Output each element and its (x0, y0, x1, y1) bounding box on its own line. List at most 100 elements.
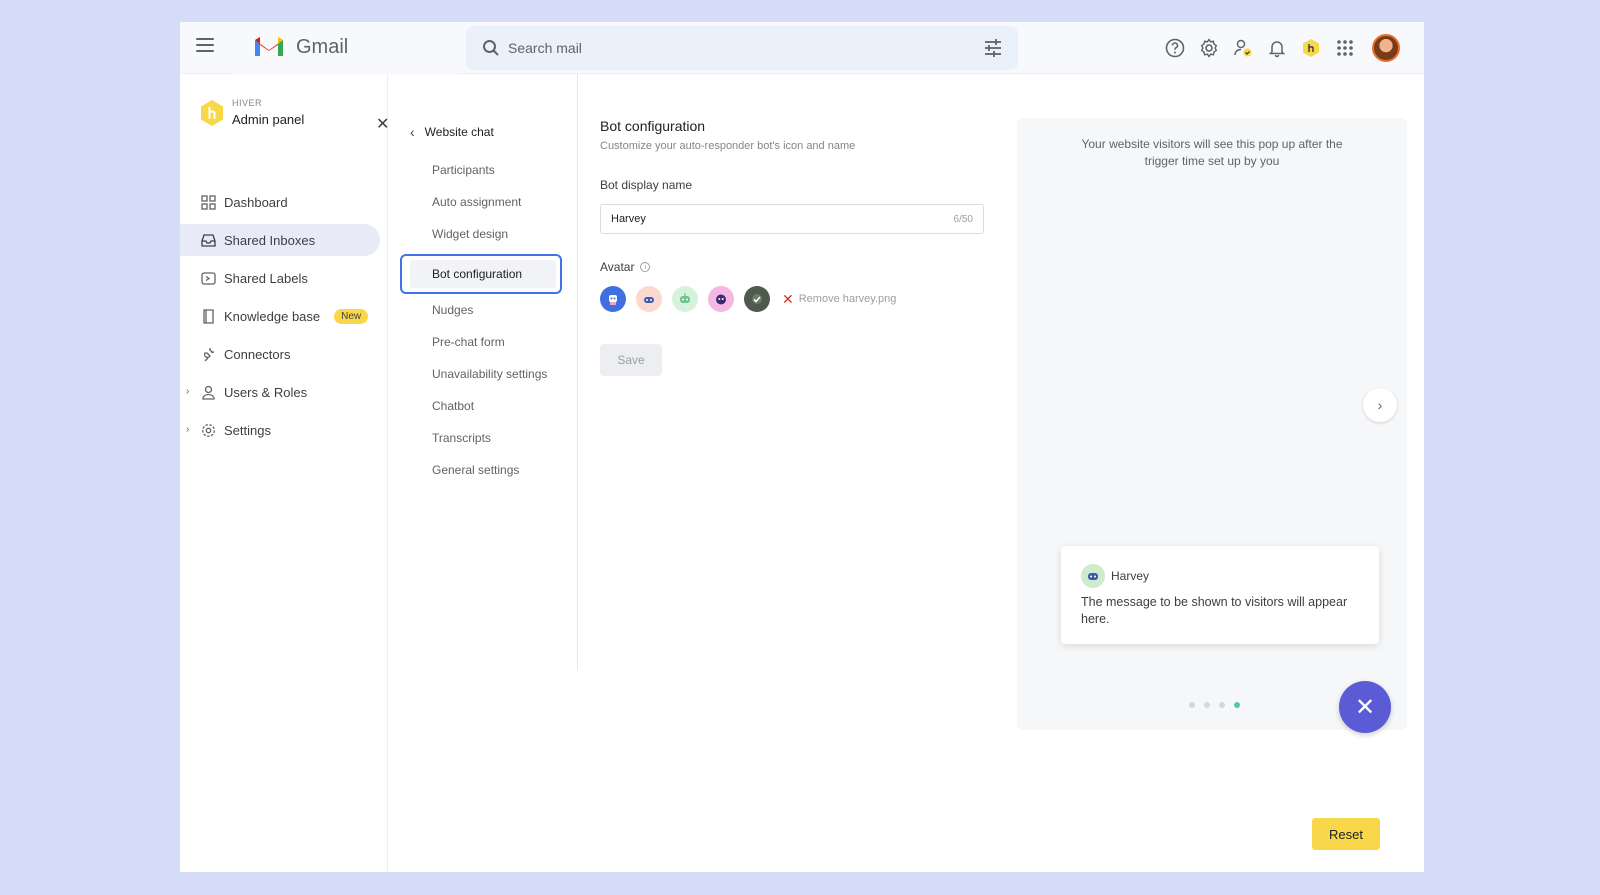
website-chat-subnav: ‹ Website chat Participants Auto assignm… (388, 74, 578, 670)
char-count: 6/50 (953, 214, 973, 225)
sidebar-item-settings[interactable]: › Settings (180, 414, 388, 446)
account-avatar[interactable] (1372, 34, 1400, 62)
subnav-item-label: Chatbot (432, 399, 475, 413)
subnav-item-nudges[interactable]: Nudges (388, 294, 578, 326)
back-link[interactable]: ‹ Website chat (410, 124, 494, 140)
plug-icon (200, 346, 216, 362)
sidebar-item-dashboard[interactable]: Dashboard (180, 186, 388, 218)
subnav-item-label: Transcripts (432, 431, 491, 445)
sidebar-item-label: Users & Roles (224, 384, 308, 400)
chevron-left-icon[interactable]: ‹ (410, 124, 415, 140)
subnav-item-chatbot[interactable]: Chatbot (388, 390, 578, 422)
new-badge: New (334, 308, 369, 324)
subnav-item-auto-assignment[interactable]: Auto assignment (388, 186, 578, 218)
sidebar-item-shared-labels[interactable]: Shared Labels (180, 262, 388, 294)
subnav-item-participants[interactable]: Participants (388, 154, 578, 186)
input-value[interactable]: Harvey (611, 213, 646, 225)
carousel-dot[interactable] (1219, 702, 1225, 708)
subnav-item-label: Bot configuration (432, 267, 523, 281)
reset-button[interactable]: Reset (1312, 818, 1380, 850)
apps-grid-icon[interactable] (1334, 37, 1356, 59)
sidebar-item-shared-inboxes[interactable]: Shared Inboxes (180, 224, 380, 256)
subnav-title: Website chat (424, 125, 494, 139)
bell-icon[interactable] (1266, 37, 1288, 59)
chat-preview-panel: Your website visitors will see this pop … (1017, 118, 1407, 730)
top-icons (1164, 34, 1400, 62)
chevron-right-icon[interactable]: › (1363, 388, 1397, 422)
bot-display-name-input[interactable]: Harvey 6/50 (600, 204, 984, 234)
remove-avatar-button[interactable]: ✕ Remove harvey.png (782, 291, 896, 308)
sidebar-item-label: Knowledge base (224, 308, 321, 324)
preview-info-text: Your website visitors will see this pop … (1081, 137, 1343, 168)
search-bar[interactable]: Search mail (466, 26, 1018, 70)
sidebar-item-label: Shared Labels (224, 270, 308, 286)
save-button[interactable]: Save (600, 344, 662, 376)
top-bar: Gmail Search mail (180, 22, 1424, 74)
info-icon[interactable]: i (640, 262, 651, 272)
avatar-label-row: Avatar i (600, 260, 1000, 274)
subnav-item-label: Pre-chat form (432, 335, 505, 349)
avatar-option-robot-blue[interactable] (600, 286, 626, 312)
help-icon[interactable] (1164, 37, 1186, 59)
sidebar-item-connectors[interactable]: Connectors (180, 338, 388, 370)
subnav-item-transcripts[interactable]: Transcripts (388, 422, 578, 454)
close-icon[interactable]: ✕ (1355, 693, 1375, 722)
app-window: Gmail Search mail HIVER Admin panel ✕ Da… (180, 22, 1424, 872)
avatar-option-robot-green[interactable] (672, 286, 698, 312)
carousel-dot-active[interactable] (1234, 702, 1240, 708)
carousel-dots (1189, 702, 1240, 708)
sidebar-item-label: Dashboard (224, 194, 288, 210)
gmail-logo-icon[interactable] (253, 34, 285, 58)
page-title: Bot configuration (600, 118, 706, 134)
grid-icon (200, 194, 216, 210)
subnav-item-label: Unavailability settings (432, 367, 548, 381)
chat-close-fab[interactable]: ✕ (1339, 681, 1391, 733)
search-input[interactable]: Search mail (508, 40, 582, 56)
subnav-list: Participants Auto assignment Widget desi… (388, 154, 578, 486)
page-subtitle: Customize your auto-responder bot's icon… (600, 140, 856, 152)
preview-message-card: Harvey The message to be shown to visito… (1061, 546, 1379, 644)
bot-name: Harvey (1111, 569, 1150, 583)
sidebar-item-knowledge-base[interactable]: Knowledge base New (180, 300, 388, 332)
admin-sidebar: HIVER Admin panel ✕ Dashboard Shared Inb… (180, 74, 389, 872)
hiver-icon[interactable] (1300, 37, 1322, 59)
subnav-item-label: Participants (432, 163, 495, 177)
close-icon[interactable]: ✕ (782, 291, 794, 308)
avatar-options: ✕ Remove harvey.png (600, 286, 1000, 312)
gear-icon (200, 422, 216, 438)
preview-message: The message to be shown to visitors will… (1081, 595, 1348, 626)
label-icon (200, 270, 216, 286)
sidebar-item-label: Connectors (224, 346, 291, 362)
chevron-right-icon[interactable]: › (186, 386, 189, 397)
subnav-item-label: Auto assignment (432, 195, 522, 209)
avatar-option-robot-pink[interactable] (708, 286, 734, 312)
subnav-item-pre-chat-form[interactable]: Pre-chat form (388, 326, 578, 358)
admin-panel-header: HIVER Admin panel ✕ (200, 96, 389, 136)
chevron-right-icon[interactable]: › (186, 424, 189, 435)
app-name: Gmail (296, 36, 349, 58)
bot-config-panel: Bot configuration Customize your auto-re… (600, 118, 1000, 376)
subnav-item-bot-configuration[interactable]: Bot configuration (400, 254, 562, 294)
search-icon[interactable] (482, 39, 500, 57)
display-name-label: Bot display name (600, 178, 693, 192)
user-check-icon[interactable] (1232, 37, 1254, 59)
subnav-item-label: General settings (432, 463, 520, 477)
hiver-logo-icon (201, 100, 223, 126)
sidebar-nav: Dashboard Shared Inboxes Shared Labels K… (180, 186, 388, 452)
search-options-icon[interactable] (984, 39, 1002, 57)
subnav-item-label: Widget design (432, 227, 509, 241)
subnav-item-widget-design[interactable]: Widget design (388, 218, 578, 250)
sidebar-item-users-roles[interactable]: › Users & Roles (180, 376, 388, 408)
subnav-item-general-settings[interactable]: General settings (388, 454, 578, 486)
carousel-dot[interactable] (1204, 702, 1210, 708)
avatar-option-selected[interactable] (744, 286, 770, 312)
subnav-item-unavailability-settings[interactable]: Unavailability settings (388, 358, 578, 390)
inbox-icon (200, 232, 216, 248)
subnav-item-label: Nudges (432, 303, 474, 317)
avatar-option-robot-peach[interactable] (636, 286, 662, 312)
menu-icon[interactable] (196, 38, 214, 52)
avatar-label: Avatar (600, 260, 635, 274)
settings-gear-icon[interactable] (1198, 37, 1220, 59)
sidebar-item-label: Shared Inboxes (224, 232, 316, 248)
carousel-dot[interactable] (1189, 702, 1195, 708)
